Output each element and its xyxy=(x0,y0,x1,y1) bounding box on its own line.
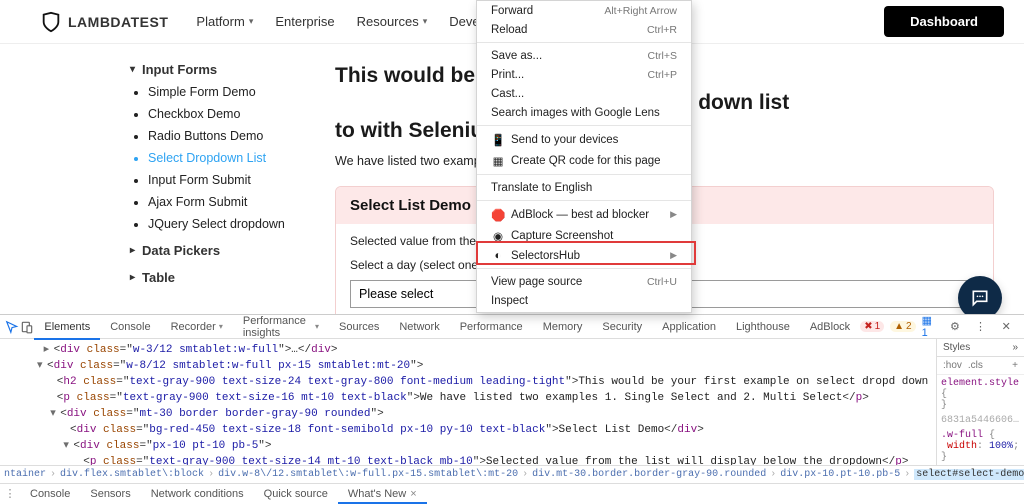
selhub-icon: ◐ xyxy=(491,250,505,262)
chevron-down-icon: ▾ xyxy=(130,64,142,75)
more-icon[interactable]: » xyxy=(1012,342,1018,353)
context-menu-item[interactable]: 📱Send to your devices xyxy=(477,129,691,150)
devtools-tab-console[interactable]: Console xyxy=(100,315,160,339)
context-menu-item[interactable]: ▦Create QR code for this page xyxy=(477,150,691,171)
devtools-tab-application[interactable]: Application xyxy=(652,315,726,339)
capture-icon: ◉ xyxy=(491,229,505,243)
devtools-tab-lighthouse[interactable]: Lighthouse xyxy=(726,315,800,339)
chat-icon xyxy=(970,288,990,308)
qr-icon: ▦ xyxy=(491,154,505,168)
context-menu-item[interactable]: View page sourceCtrl+U xyxy=(477,272,691,291)
issues-badge[interactable]: ▦ 1 xyxy=(922,314,939,339)
drawer-tab-sensors[interactable]: Sensors xyxy=(80,484,140,504)
dashboard-button[interactable]: Dashboard xyxy=(884,6,1004,37)
devices-icon: 📱 xyxy=(491,133,505,147)
context-menu-item[interactable]: Inspect xyxy=(477,291,691,310)
sidebar-item-simple-form[interactable]: Simple Form Demo xyxy=(148,85,315,99)
sidebar-section-input-forms[interactable]: ▾Input Forms xyxy=(130,62,315,77)
drawer-tab-console[interactable]: Console xyxy=(20,484,80,504)
drawer-tab-whats-new[interactable]: What's New× xyxy=(338,484,427,504)
context-menu-item[interactable]: Translate to English xyxy=(477,178,691,197)
devtools-tabs: Elements Console Recorder▾ Performance i… xyxy=(0,315,1024,339)
chevron-right-icon: ▶ xyxy=(670,250,677,261)
devtools-tab-adblock[interactable]: AdBlock xyxy=(800,315,860,339)
device-toolbar-icon[interactable] xyxy=(19,316,34,338)
warning-badge[interactable]: ▲ 2 xyxy=(890,321,915,332)
context-menu-item[interactable]: ◐SelectorsHub▶ xyxy=(477,246,691,265)
chevron-right-icon: ▶ xyxy=(670,209,677,220)
chevron-down-icon: ▾ xyxy=(219,322,223,331)
context-menu-item[interactable]: Search images with Google Lens xyxy=(477,103,691,122)
elements-tree[interactable]: ▸<div class="w-3/12 smtablet:w-full">…</… xyxy=(0,339,936,465)
styles-pane: Styles» :hov.cls+ element.style {} 6831a… xyxy=(936,339,1024,465)
sidebar-item-radio[interactable]: Radio Buttons Demo xyxy=(148,129,315,143)
nav-resources[interactable]: Resources▾ xyxy=(357,14,428,29)
devtools-tab-perf-insights[interactable]: Performance insights▾ xyxy=(233,315,329,339)
context-menu-item[interactable]: Print...Ctrl+P xyxy=(477,65,691,84)
logo-text: LAMBDATEST xyxy=(68,14,168,30)
context-menu-item[interactable]: 🛑AdBlock — best ad blocker▶ xyxy=(477,204,691,225)
devtools: Elements Console Recorder▾ Performance i… xyxy=(0,314,1024,503)
close-icon[interactable]: × xyxy=(410,488,416,500)
adblock-icon: 🛑 xyxy=(491,208,505,222)
more-icon[interactable]: ⋮ xyxy=(0,487,20,500)
close-icon[interactable]: ✕ xyxy=(996,316,1016,338)
devtools-tab-memory[interactable]: Memory xyxy=(533,315,593,339)
context-menu-item[interactable]: Save as...Ctrl+S xyxy=(477,46,691,65)
chevron-down-icon: ▾ xyxy=(315,322,319,331)
devtools-tab-sources[interactable]: Sources xyxy=(329,315,389,339)
nav-platform[interactable]: Platform▾ xyxy=(196,14,253,29)
devtools-tab-recorder[interactable]: Recorder▾ xyxy=(161,315,233,339)
chevron-down-icon: ▾ xyxy=(423,16,428,27)
sidebar: ▾Input Forms Simple Form Demo Checkbox D… xyxy=(130,62,315,323)
drawer-tab-quick-source[interactable]: Quick source xyxy=(254,484,338,504)
more-icon[interactable]: ⋮ xyxy=(971,316,991,338)
sidebar-item-select-dropdown[interactable]: Select Dropdown List xyxy=(148,151,315,165)
error-badge[interactable]: ✖ 1 xyxy=(860,321,884,332)
nav-enterprise[interactable]: Enterprise xyxy=(275,14,334,29)
sidebar-section-data-pickers[interactable]: ▸Data Pickers xyxy=(130,243,315,258)
chevron-right-icon: ▸ xyxy=(130,245,142,256)
context-menu-item[interactable]: ReloadCtrl+R xyxy=(477,20,691,39)
logo-icon xyxy=(40,11,62,33)
context-menu-item[interactable]: ForwardAlt+Right Arrow xyxy=(477,1,691,20)
hover-filter[interactable]: :hov xyxy=(943,360,962,371)
devtools-tab-security[interactable]: Security xyxy=(592,315,652,339)
devtools-tab-elements[interactable]: Elements xyxy=(34,315,100,339)
sidebar-item-ajax-form[interactable]: Ajax Form Submit xyxy=(148,195,315,209)
inspect-element-icon[interactable] xyxy=(4,316,19,338)
drawer-tab-network-cond[interactable]: Network conditions xyxy=(141,484,254,504)
sidebar-section-table[interactable]: ▸Table xyxy=(130,270,315,285)
gear-icon[interactable]: ⚙ xyxy=(945,316,965,338)
devtools-tab-network[interactable]: Network xyxy=(389,315,449,339)
context-menu-item[interactable]: ◉Capture Screenshot xyxy=(477,225,691,246)
chevron-down-icon: ▾ xyxy=(249,16,254,27)
context-menu: ForwardAlt+Right ArrowReloadCtrl+R Save a… xyxy=(476,0,692,313)
styles-tab[interactable]: Styles xyxy=(943,342,970,353)
plus-icon[interactable]: + xyxy=(1012,360,1018,371)
cls-filter[interactable]: .cls xyxy=(968,360,983,371)
devtools-drawer: ⋮ Console Sensors Network conditions Qui… xyxy=(0,483,1024,503)
breadcrumb[interactable]: ntainer› div.flex.smtablet\:block› div.w… xyxy=(0,465,1024,483)
sidebar-item-jquery-select[interactable]: JQuery Select dropdown xyxy=(148,217,315,231)
devtools-tab-performance[interactable]: Performance xyxy=(450,315,533,339)
logo[interactable]: LAMBDATEST xyxy=(40,11,168,33)
chevron-right-icon: ▸ xyxy=(130,272,142,283)
nav-links: Platform▾ Enterprise Resources▾ Develope… xyxy=(196,14,523,29)
sidebar-item-checkbox[interactable]: Checkbox Demo xyxy=(148,107,315,121)
context-menu-item[interactable]: Cast... xyxy=(477,84,691,103)
sidebar-item-input-form[interactable]: Input Form Submit xyxy=(148,173,315,187)
